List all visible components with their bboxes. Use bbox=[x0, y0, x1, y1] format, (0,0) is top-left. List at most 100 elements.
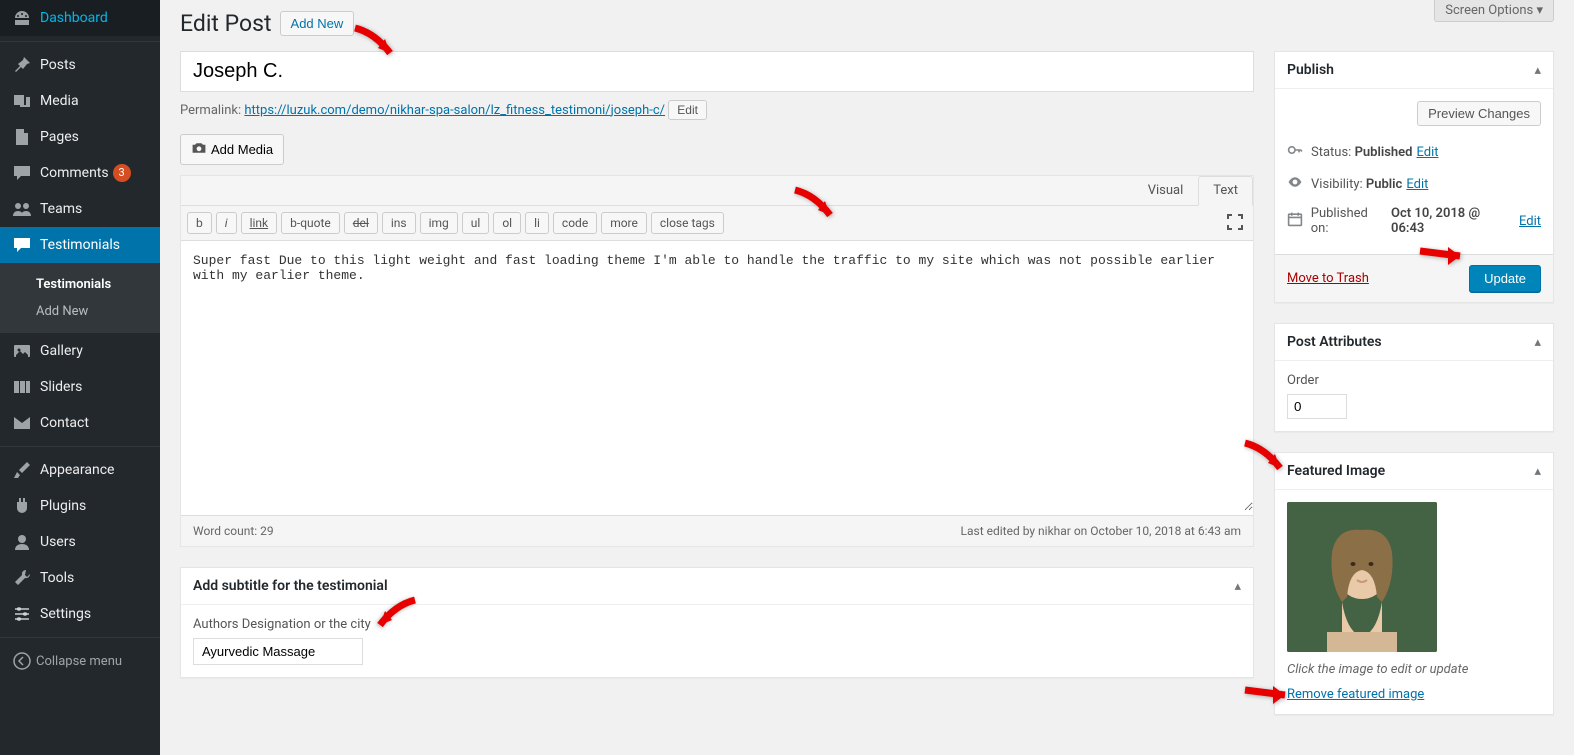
designation-input[interactable] bbox=[193, 638, 363, 665]
permalink-label: Permalink: bbox=[180, 103, 241, 118]
order-input[interactable] bbox=[1287, 394, 1347, 419]
menu-contact[interactable]: Contact bbox=[0, 405, 160, 441]
menu-teams[interactable]: Teams bbox=[0, 191, 160, 227]
menu-tools[interactable]: Tools bbox=[0, 560, 160, 596]
featured-caption: Click the image to edit or update bbox=[1287, 662, 1541, 677]
content-textarea[interactable] bbox=[181, 241, 1253, 511]
menu-posts[interactable]: Posts bbox=[0, 47, 160, 83]
last-edited: Last edited by nikhar on October 10, 201… bbox=[961, 524, 1241, 538]
menu-appearance[interactable]: Appearance bbox=[0, 452, 160, 488]
order-label: Order bbox=[1287, 373, 1541, 388]
menu-label: Posts bbox=[40, 57, 76, 73]
box-toggle-icon[interactable]: ▴ bbox=[1534, 63, 1541, 78]
menu-media[interactable]: Media bbox=[0, 83, 160, 119]
attributes-title: Post Attributes bbox=[1287, 334, 1382, 350]
pages-icon bbox=[12, 127, 32, 147]
featured-thumbnail[interactable] bbox=[1287, 502, 1437, 652]
collapse-menu[interactable]: Collapse menu bbox=[0, 643, 160, 679]
menu-label: Gallery bbox=[40, 343, 83, 359]
sliders-icon bbox=[12, 377, 32, 397]
designation-label: Authors Designation or the city bbox=[193, 617, 1241, 632]
submenu-testimonials-list[interactable]: Testimonials bbox=[0, 271, 160, 298]
subtitle-box-title: Add subtitle for the testimonial bbox=[193, 578, 388, 594]
brush-icon bbox=[12, 460, 32, 480]
tab-text[interactable]: Text bbox=[1198, 176, 1253, 206]
qt-close[interactable]: close tags bbox=[651, 212, 724, 234]
subtitle-box: Add subtitle for the testimonial ▴ Autho… bbox=[180, 567, 1254, 678]
qt-del[interactable]: del bbox=[344, 212, 378, 234]
permalink-link[interactable]: https://luzuk.com/demo/nikhar-spa-salon/… bbox=[244, 103, 665, 118]
featured-title: Featured Image bbox=[1287, 463, 1385, 479]
box-toggle-icon[interactable]: ▴ bbox=[1534, 335, 1541, 350]
qt-italic[interactable]: i bbox=[216, 212, 237, 234]
attributes-box: Post Attributes ▴ Order bbox=[1274, 323, 1554, 432]
box-toggle-icon[interactable]: ▴ bbox=[1234, 579, 1241, 594]
qt-bquote[interactable]: b-quote bbox=[281, 212, 340, 234]
qt-ins[interactable]: ins bbox=[382, 212, 416, 234]
publish-title: Publish bbox=[1287, 62, 1334, 78]
comments-count-badge: 3 bbox=[113, 164, 131, 182]
post-title-input[interactable] bbox=[180, 51, 1254, 92]
key-icon bbox=[1287, 142, 1307, 162]
editor-box: Visual Text b i link b-quote del ins img… bbox=[180, 175, 1254, 547]
media-icon bbox=[12, 91, 32, 111]
menu-plugins[interactable]: Plugins bbox=[0, 488, 160, 524]
edit-visibility-link[interactable]: Edit bbox=[1406, 177, 1428, 192]
menu-label: Testimonials bbox=[40, 237, 120, 253]
menu-gallery[interactable]: Gallery bbox=[0, 333, 160, 369]
qt-ul[interactable]: ul bbox=[462, 212, 490, 234]
remove-featured-link[interactable]: Remove featured image bbox=[1287, 687, 1424, 702]
trash-link[interactable]: Move to Trash bbox=[1287, 271, 1369, 286]
qt-link[interactable]: link bbox=[241, 212, 278, 234]
menu-comments[interactable]: Comments 3 bbox=[0, 155, 160, 191]
menu-label: Pages bbox=[40, 129, 79, 145]
edit-status-link[interactable]: Edit bbox=[1416, 145, 1438, 160]
qt-code[interactable]: code bbox=[553, 212, 597, 234]
submenu-testimonials-add[interactable]: Add New bbox=[0, 298, 160, 325]
qt-img[interactable]: img bbox=[420, 212, 458, 234]
fullscreen-icon[interactable] bbox=[1225, 212, 1245, 232]
menu-settings[interactable]: Settings bbox=[0, 596, 160, 632]
menu-label: Users bbox=[40, 534, 76, 550]
qt-ol[interactable]: ol bbox=[493, 212, 521, 234]
camera-icon bbox=[191, 140, 207, 159]
qt-more[interactable]: more bbox=[601, 212, 647, 234]
pin-icon bbox=[12, 55, 32, 75]
calendar-icon bbox=[1287, 211, 1307, 231]
menu-label: Dashboard bbox=[40, 10, 108, 26]
update-button[interactable]: Update bbox=[1469, 265, 1541, 292]
menu-pages[interactable]: Pages bbox=[0, 119, 160, 155]
main-content: Screen Options ▾ Edit Post Add New Perma… bbox=[160, 0, 1574, 755]
add-new-button[interactable]: Add New bbox=[280, 11, 355, 36]
menu-sliders[interactable]: Sliders bbox=[0, 369, 160, 405]
screen-options-toggle[interactable]: Screen Options ▾ bbox=[1434, 0, 1554, 22]
gallery-icon bbox=[12, 341, 32, 361]
menu-dashboard[interactable]: Dashboard bbox=[0, 0, 160, 36]
word-count: Word count: 29 bbox=[193, 524, 274, 538]
permalink-edit-button[interactable]: Edit bbox=[668, 100, 707, 120]
menu-label: Media bbox=[40, 93, 79, 109]
menu-testimonials[interactable]: Testimonials bbox=[0, 227, 160, 263]
quicktags-toolbar: b i link b-quote del ins img ul ol li co… bbox=[181, 206, 1253, 241]
visibility-icon bbox=[1287, 174, 1307, 194]
qt-li[interactable]: li bbox=[525, 212, 549, 234]
tab-visual[interactable]: Visual bbox=[1133, 176, 1199, 205]
qt-bold[interactable]: b bbox=[187, 212, 212, 234]
menu-label: Settings bbox=[40, 606, 91, 622]
testimonial-icon bbox=[12, 235, 32, 255]
preview-button[interactable]: Preview Changes bbox=[1417, 101, 1541, 126]
submenu-testimonials: Testimonials Add New bbox=[0, 263, 160, 333]
page-title: Edit Post bbox=[180, 10, 272, 37]
menu-label: Appearance bbox=[40, 462, 114, 478]
wrench-icon bbox=[12, 568, 32, 588]
collapse-icon bbox=[12, 651, 32, 671]
edit-date-link[interactable]: Edit bbox=[1519, 214, 1541, 229]
menu-label: Comments bbox=[40, 165, 109, 181]
menu-label: Plugins bbox=[40, 498, 86, 514]
menu-users[interactable]: Users bbox=[0, 524, 160, 560]
permalink-row: Permalink: https://luzuk.com/demo/nikhar… bbox=[180, 100, 1254, 120]
box-toggle-icon[interactable]: ▴ bbox=[1534, 464, 1541, 479]
mail-icon bbox=[12, 413, 32, 433]
user-icon bbox=[12, 532, 32, 552]
add-media-button[interactable]: Add Media bbox=[180, 134, 284, 165]
